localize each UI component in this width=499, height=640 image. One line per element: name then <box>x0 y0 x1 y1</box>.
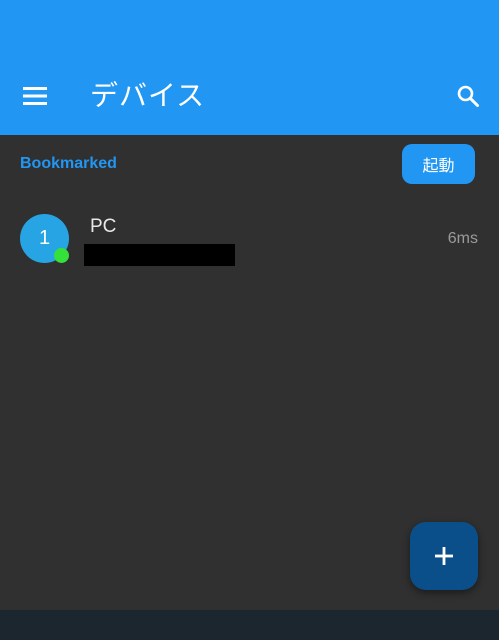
menu-icon <box>23 87 47 105</box>
launch-button[interactable]: 起動 <box>402 144 475 184</box>
navigation-bar <box>0 610 499 640</box>
section-label-bookmarked: Bookmarked <box>20 155 117 172</box>
plus-icon <box>435 547 453 565</box>
device-list-item[interactable]: 1 PC 6ms <box>0 200 499 280</box>
menu-button[interactable] <box>14 78 56 114</box>
page-title: デバイス <box>90 79 206 112</box>
redacted-address <box>84 244 235 266</box>
search-button[interactable] <box>448 76 488 116</box>
search-icon <box>457 85 479 107</box>
device-latency: 6ms <box>447 230 478 247</box>
app-bar: デバイス <box>0 0 499 135</box>
add-device-button[interactable] <box>410 522 478 590</box>
online-status-indicator <box>54 248 69 263</box>
device-name: PC <box>90 216 117 237</box>
